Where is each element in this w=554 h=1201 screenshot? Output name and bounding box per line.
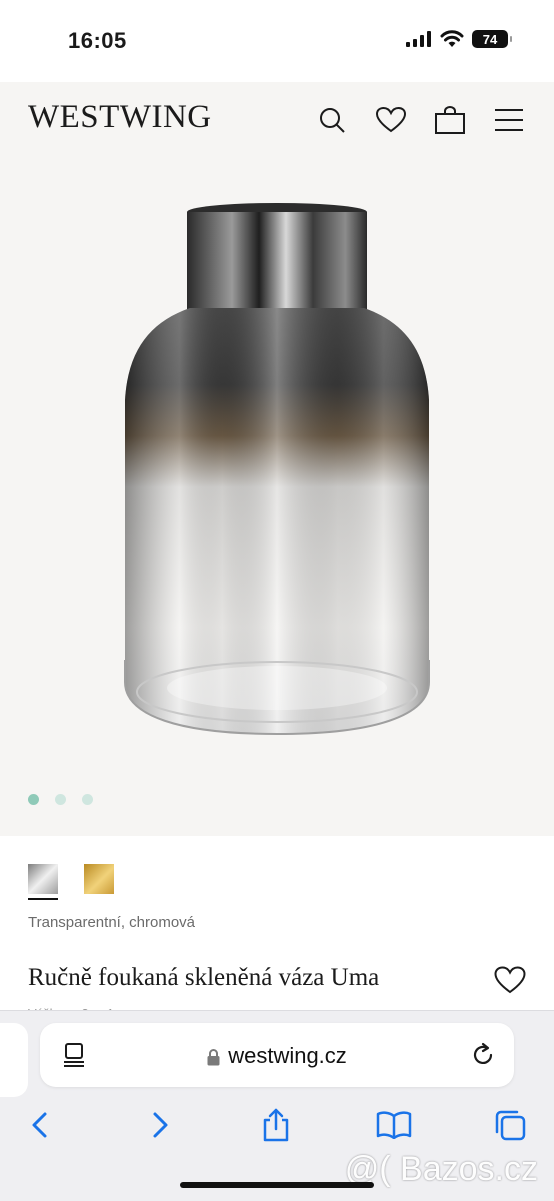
swatch-gold[interactable]: [84, 864, 114, 894]
reload-icon[interactable]: [470, 1042, 496, 1068]
previous-tab-peek[interactable]: [0, 1023, 28, 1097]
battery-level: 74: [482, 31, 498, 47]
wifi-icon: [440, 30, 464, 47]
home-indicator[interactable]: [180, 1182, 374, 1188]
glass-vase-image: [124, 203, 430, 736]
status-icons: 74: [406, 30, 512, 48]
share-icon[interactable]: [254, 1103, 298, 1147]
gallery-dot-2[interactable]: [55, 794, 66, 805]
wishlist-heart-icon[interactable]: [494, 966, 528, 996]
signal-icon: [406, 31, 431, 47]
status-bar: 16:05 74: [0, 0, 554, 82]
tabs-icon[interactable]: [488, 1103, 532, 1147]
gallery-dot-3[interactable]: [82, 794, 93, 805]
bookmarks-icon[interactable]: [372, 1103, 416, 1147]
status-time: 16:05: [68, 28, 127, 53]
color-name: Transparentní, chromová: [28, 914, 196, 931]
heart-icon[interactable]: [373, 102, 409, 138]
site-header: WESTWING: [0, 82, 554, 160]
gallery-dot-1[interactable]: [28, 794, 39, 805]
forward-icon[interactable]: [138, 1103, 182, 1147]
swatch-selected-indicator: [28, 898, 58, 900]
swatch-chrome[interactable]: [28, 864, 58, 894]
cart-icon[interactable]: [432, 102, 468, 138]
search-icon[interactable]: [314, 102, 350, 138]
battery-icon: 74: [472, 30, 512, 48]
gallery-pagination: [28, 794, 93, 805]
product-gallery[interactable]: [0, 160, 554, 836]
menu-icon[interactable]: [491, 102, 527, 138]
lock-icon: [207, 1048, 220, 1066]
address-bar[interactable]: westwing.cz: [40, 1023, 514, 1087]
url-text: westwing.cz: [228, 1043, 347, 1068]
product-title: Ručně foukaná skleněná váza Uma: [28, 964, 380, 991]
product-info: Transparentní, chromová Ručně foukaná sk…: [0, 836, 554, 1021]
westwing-logo[interactable]: WESTWING: [28, 99, 212, 136]
url-display[interactable]: westwing.cz: [40, 1043, 514, 1069]
back-icon[interactable]: [18, 1103, 62, 1147]
